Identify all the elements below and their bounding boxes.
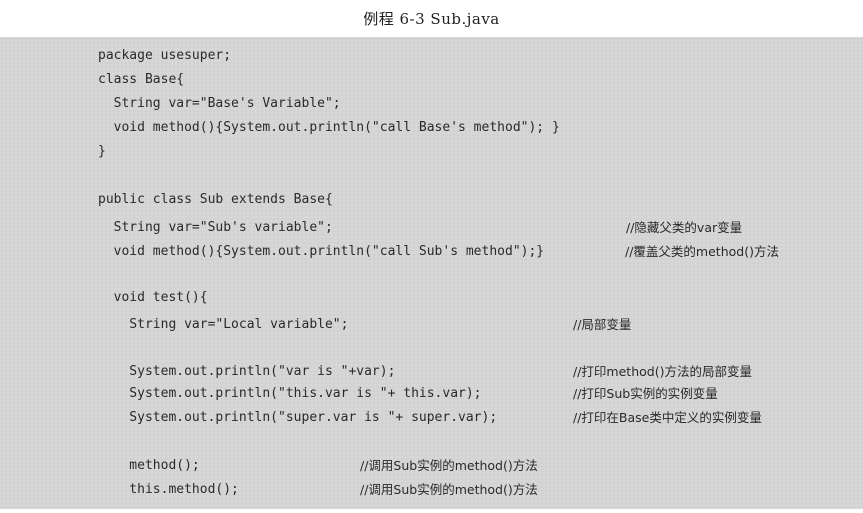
code-comment: //局部变量 [573,317,632,332]
code-line: method(); [98,458,200,473]
code-comment: //打印在Base类中定义的实例变量 [573,410,762,425]
code-line: public class Sub extends Base{ [98,192,333,207]
code-comment: //调用Sub实例的method()方法 [360,482,538,497]
code-line: String var="Base's Variable"; [98,96,341,111]
code-comment: //隐藏父类的var变量 [626,220,743,235]
code-line: void method(){System.out.println("call B… [98,120,560,135]
code-listing: package usesuper; class Base{ String var… [0,37,863,509]
code-line: void test(){ [98,290,208,305]
code-line: void method(){System.out.println("call S… [98,244,545,259]
code-comment: //打印method()方法的局部变量 [573,364,752,379]
code-line: } [98,144,106,159]
code-line: class Base{ [98,72,185,87]
code-comment: //调用Sub实例的method()方法 [360,458,538,473]
code-comment: //覆盖父类的method()方法 [625,244,779,259]
code-comment: //打印Sub实例的实例变量 [573,386,718,401]
code-line: System.out.println("this.var is "+ this.… [98,386,482,401]
code-line: this.method(); [98,482,239,497]
code-line: String var="Sub's variable"; [98,220,333,235]
code-line: package usesuper; [98,48,232,63]
listing-caption: 例程 6-3 Sub.java [363,10,500,28]
code-line: System.out.println("super.var is "+ supe… [98,410,498,425]
code-line: String var="Local variable"; [98,317,349,332]
code-line: System.out.println("var is "+var); [98,364,396,379]
